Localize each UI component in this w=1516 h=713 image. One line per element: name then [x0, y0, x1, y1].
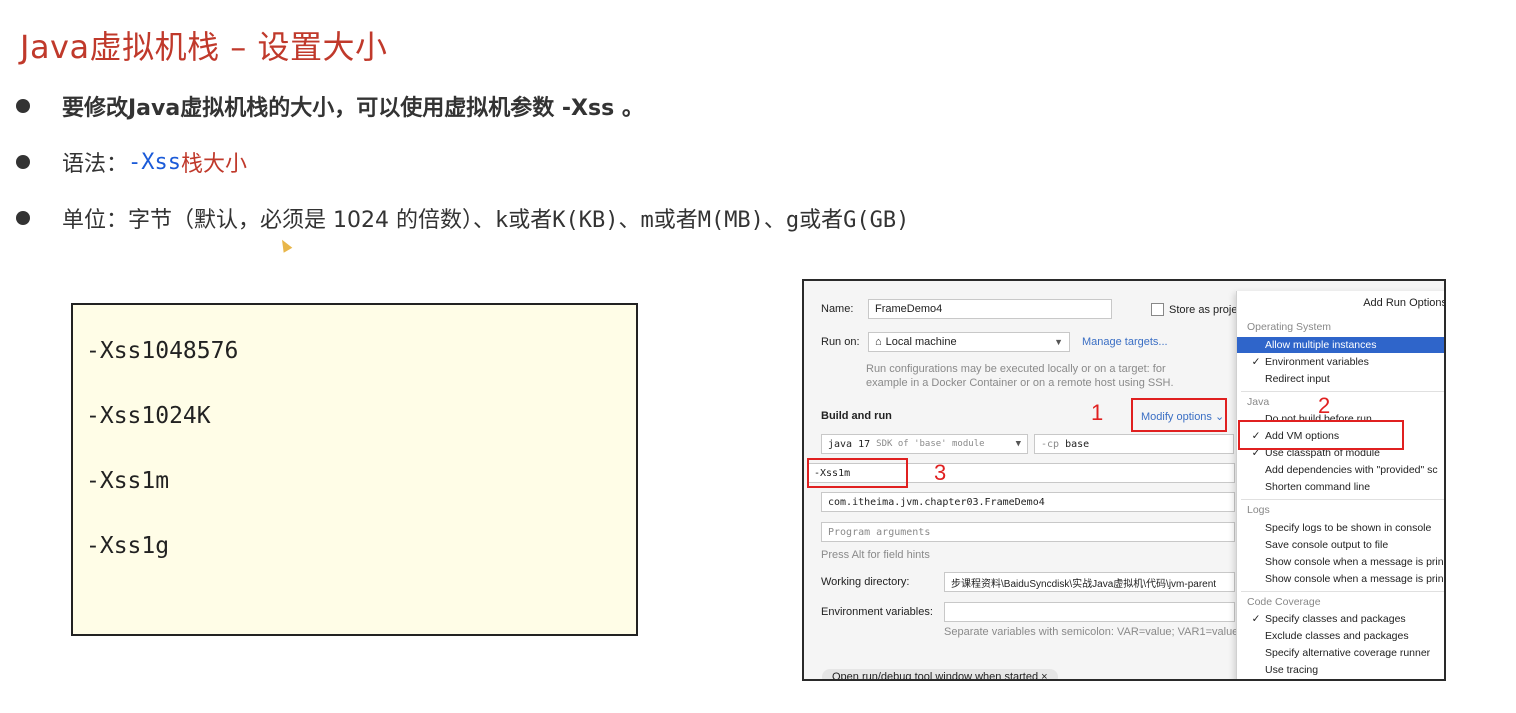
build-and-run-heading: Build and run — [821, 410, 892, 422]
option-environment-variables[interactable]: ✓ Environment variables — [1247, 354, 1444, 370]
run-on-label: Run on: — [821, 336, 860, 348]
option-label: Environment variables — [1265, 356, 1369, 368]
name-value: FrameDemo4 — [875, 303, 943, 315]
run-on-select[interactable]: ⌂ Local machine ▼ — [868, 332, 1070, 352]
checkbox-icon — [1151, 303, 1164, 316]
check-icon: ✓ — [1251, 356, 1261, 368]
store-label: Store as proje — [1169, 303, 1238, 316]
option-label: Allow multiple instances — [1265, 339, 1377, 351]
bullet-dot — [16, 99, 30, 113]
option-label: Show console when a message is prin — [1265, 556, 1444, 568]
section-logs: Logs — [1247, 504, 1270, 516]
working-directory-value: 步课程资料\BaiduSyncdisk\实战Java虚拟机\代码\jvm-par… — [951, 578, 1217, 590]
alt-hint: Press Alt for field hints — [821, 549, 930, 561]
chevron-down-icon: ▼ — [1054, 337, 1063, 347]
check-icon: ✓ — [1251, 613, 1261, 625]
bullet-text: 要修改Java虚拟机栈的大小，可以使用虚拟机参数 -Xss 。 — [62, 96, 644, 121]
option-label: Save console output to file — [1265, 539, 1389, 551]
jdk-hint: SDK of 'base' module — [876, 439, 985, 449]
option-label: Use tracing — [1265, 664, 1319, 676]
annotation-box-1 — [1131, 398, 1227, 432]
run-hint-line: example in a Docker Container or on a re… — [866, 377, 1174, 389]
main-class-value: com.itheima.jvm.chapter03.FrameDemo4 — [828, 496, 1045, 508]
classpath-select[interactable]: -cp base — [1034, 434, 1234, 454]
annotation-number: 1 — [1091, 400, 1104, 425]
name-field[interactable]: FrameDemo4 — [868, 299, 1112, 319]
slide-title: Java虚拟机栈 – 设置大小 — [20, 28, 388, 66]
cp-value: base — [1065, 438, 1090, 450]
open-tool-window-label: Open run/debug tool window when started — [832, 671, 1039, 681]
section-operating-system: Operating System — [1247, 321, 1332, 333]
mouse-cursor-icon — [277, 237, 293, 253]
annotation-box-3 — [807, 458, 908, 488]
working-directory-label: Working directory: — [821, 576, 910, 588]
bullet-dot — [16, 211, 30, 225]
cp-label: -cp — [1041, 438, 1060, 450]
store-as-project-checkbox[interactable]: Store as proje — [1151, 303, 1237, 316]
popup-header: Add Run Options — [1363, 297, 1446, 309]
option-show-console-stderr[interactable]: Show console when a message is prin — [1247, 571, 1444, 587]
option-alternative-runner[interactable]: Specify alternative coverage runner — [1247, 645, 1444, 661]
option-specify-classes[interactable]: ✓ Specify classes and packages — [1247, 611, 1444, 627]
option-use-tracing[interactable]: Use tracing — [1247, 662, 1444, 678]
open-tool-window-option[interactable]: Open run/debug tool window when started … — [822, 669, 1058, 681]
run-on-value: Local machine — [885, 336, 957, 348]
add-run-options-popup: Add Run Options Operating System Allow m… — [1236, 291, 1446, 679]
units-prefix: 单位：字节（默认，必须是 1024 的倍数）、 — [62, 208, 495, 233]
divider — [1241, 391, 1444, 392]
annotation-box-2 — [1238, 420, 1404, 450]
option-shorten-command-line[interactable]: Shorten command line — [1247, 479, 1444, 495]
option-label: Show console when a message is prin — [1265, 573, 1444, 585]
syntax-prefix: 语法： — [62, 152, 129, 177]
divider — [1241, 499, 1444, 500]
bullet-dot — [16, 155, 30, 169]
option-label: Specify classes and packages — [1265, 613, 1406, 625]
units-list: k或者K(KB)、m或者M(MB)、g或者G(GB) — [494, 208, 910, 233]
main-class-field[interactable]: com.itheima.jvm.chapter03.FrameDemo4 — [821, 492, 1235, 512]
option-add-dependencies[interactable]: Add dependencies with "provided" sc — [1247, 462, 1444, 478]
name-label: Name: — [821, 303, 854, 315]
bullet-xss-intro: 要修改Java虚拟机栈的大小，可以使用虚拟机参数 -Xss 。 — [16, 90, 644, 122]
option-specify-logs[interactable]: Specify logs to be shown in console — [1247, 520, 1444, 536]
option-redirect-input[interactable]: Redirect input — [1247, 371, 1444, 387]
code-example-box: -Xss1048576 -Xss1024K -Xss1m -Xss1g — [71, 303, 638, 636]
code-line: -Xss1g — [86, 533, 170, 559]
option-label: Specify logs to be shown in console — [1265, 522, 1432, 534]
option-label: Shorten command line — [1265, 481, 1371, 493]
option-label: Redirect input — [1265, 373, 1330, 385]
option-label: Add dependencies with "provided" sc — [1265, 464, 1438, 476]
syntax-suffix: 栈大小 — [181, 152, 248, 177]
manage-targets-link[interactable]: Manage targets... — [1082, 336, 1168, 348]
code-line: -Xss1m — [86, 468, 170, 494]
jdk-value: java 17 — [828, 438, 871, 450]
option-allow-multiple-instances[interactable]: Allow multiple instances — [1237, 337, 1444, 353]
environment-variables-field[interactable] — [944, 602, 1235, 622]
run-configuration-dialog: Name: FrameDemo4 Store as proje Run on: … — [802, 279, 1446, 681]
syntax-flag: -Xss — [128, 149, 181, 175]
bullet-units: 单位：字节（默认，必须是 1024 的倍数）、 k或者K(KB)、m或者M(MB… — [16, 202, 909, 234]
environment-variables-label: Environment variables: — [821, 606, 933, 618]
option-exclude-classes[interactable]: Exclude classes and packages — [1247, 628, 1444, 644]
code-line: -Xss1024K — [86, 403, 211, 429]
chevron-down-icon: ▼ — [1015, 439, 1021, 449]
option-label: Specify alternative coverage runner — [1265, 647, 1431, 659]
bullet-syntax: 语法： -Xss 栈大小 — [16, 146, 247, 178]
jdk-select[interactable]: java 17 SDK of 'base' module ▼ — [821, 434, 1028, 454]
run-hint-line: Run configurations may be executed local… — [866, 363, 1166, 375]
home-icon: ⌂ — [875, 336, 882, 348]
annotation-number: 3 — [934, 460, 947, 485]
annotation-number: 2 — [1318, 393, 1331, 418]
working-directory-field[interactable]: 步课程资料\BaiduSyncdisk\实战Java虚拟机\代码\jvm-par… — [944, 572, 1235, 592]
code-line: -Xss1048576 — [86, 338, 239, 364]
divider — [1241, 591, 1444, 592]
option-save-console-output[interactable]: Save console output to file — [1247, 537, 1444, 553]
section-code-coverage: Code Coverage — [1247, 596, 1321, 608]
section-java: Java — [1247, 396, 1270, 408]
program-arguments-field[interactable]: Program arguments — [821, 522, 1235, 542]
program-arguments-placeholder: Program arguments — [828, 526, 931, 538]
close-icon: × — [1041, 671, 1048, 681]
env-hint: Separate variables with semicolon: VAR=v… — [944, 626, 1239, 638]
option-show-console-stdout[interactable]: Show console when a message is prin — [1247, 554, 1444, 570]
option-label: Exclude classes and packages — [1265, 630, 1409, 642]
